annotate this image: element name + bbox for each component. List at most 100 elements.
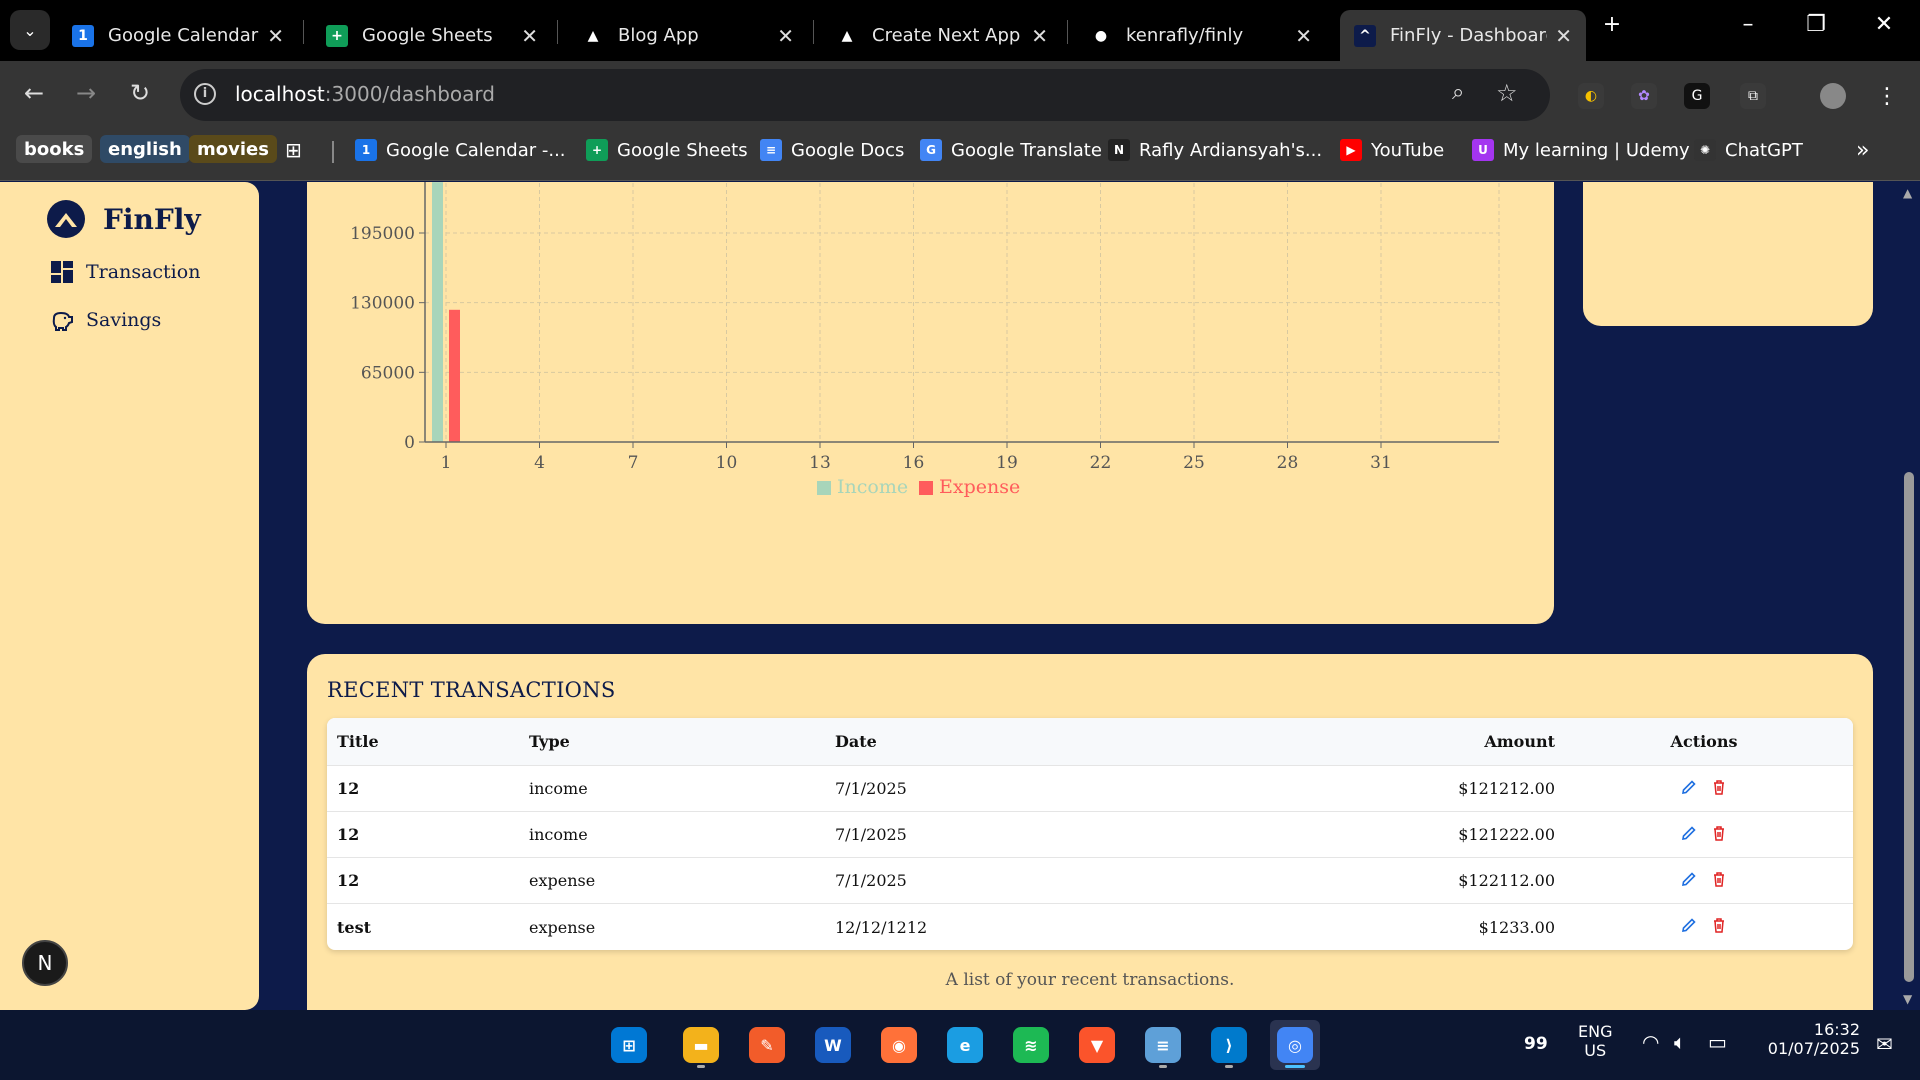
x-tick-label: 10 xyxy=(716,453,738,473)
delete-trash-icon[interactable] xyxy=(1710,916,1728,938)
bookmark-item[interactable]: U My learning | Udemy xyxy=(1472,136,1690,164)
extensions-puzzle-icon[interactable]: ⧉ xyxy=(1740,83,1766,109)
table-caption: A list of your recent transactions. xyxy=(945,970,1235,990)
cell-actions xyxy=(1555,778,1853,800)
forward-arrow-icon[interactable]: → xyxy=(70,79,102,107)
scroll-down-arrow-icon[interactable]: ▼ xyxy=(1903,992,1912,1006)
taskbar-edge-button[interactable]: e xyxy=(940,1020,990,1070)
tab-title: Google Sheets xyxy=(362,25,493,46)
reload-icon[interactable]: ↻ xyxy=(124,79,156,107)
taskbar-vscode-button[interactable]: ⟩ xyxy=(1204,1020,1254,1070)
taskbar-firefox-button[interactable]: ◉ xyxy=(874,1020,924,1070)
zoom-icon[interactable]: ⌕ xyxy=(1452,80,1464,105)
browser-tab[interactable]: ▲ Blog App ✕ xyxy=(568,10,808,61)
cell-date: 12/12/1212 xyxy=(835,917,928,937)
wifi-icon[interactable]: ◠ xyxy=(1642,1030,1659,1054)
bookmark-star-icon[interactable]: ☆ xyxy=(1496,79,1518,107)
bookmark-folder-movies[interactable]: movies xyxy=(189,135,277,163)
delete-trash-icon[interactable] xyxy=(1710,824,1728,846)
extension-brain-icon[interactable]: ✿ xyxy=(1631,83,1657,109)
sidebar-item-savings[interactable]: Savings xyxy=(50,308,161,332)
bookmark-item[interactable]: ✺ ChatGPT xyxy=(1694,136,1803,164)
x-tick-label: 31 xyxy=(1370,453,1392,473)
close-window-icon[interactable]: ✕ xyxy=(1864,12,1904,37)
bookmark-item[interactable]: 1 Google Calendar -... xyxy=(355,136,566,164)
browser-tab[interactable]: + Google Sheets ✕ xyxy=(312,10,552,61)
restore-icon[interactable]: ❐ xyxy=(1796,12,1836,37)
clock[interactable]: 16:32 01/07/2025 xyxy=(1760,1020,1860,1058)
bookmark-item[interactable]: + Google Sheets xyxy=(586,136,748,164)
close-tab-icon[interactable]: ✕ xyxy=(1295,24,1312,48)
back-arrow-icon[interactable]: ← xyxy=(18,79,50,107)
browser-tab[interactable]: ^ FinFly - Dashboard ✕ xyxy=(1340,10,1586,61)
edit-pencil-icon[interactable] xyxy=(1680,778,1698,800)
apps-grid-icon[interactable]: ⊞ xyxy=(285,136,302,164)
profile-avatar-icon[interactable] xyxy=(1820,83,1846,109)
github-icon: ● xyxy=(1090,24,1112,47)
bookmark-label: ChatGPT xyxy=(1725,139,1803,161)
bookmark-item[interactable]: G Google Translate xyxy=(920,136,1102,164)
tray-badge-number[interactable]: 99 xyxy=(1524,1034,1548,1054)
new-tab-plus-icon[interactable]: + xyxy=(1592,12,1632,37)
site-info-icon[interactable]: i xyxy=(194,83,216,105)
page-scrollbar[interactable]: ▲ ▼ xyxy=(1898,182,1920,1010)
firefox-icon: ◉ xyxy=(881,1027,917,1063)
taskbar-brave-button[interactable]: ▼ xyxy=(1072,1020,1122,1070)
brand-name: FinFly xyxy=(103,202,201,236)
browser-tab[interactable]: ▲ Create Next App ✕ xyxy=(822,10,1062,61)
tab-separator xyxy=(1067,20,1068,44)
tab-search-chevron-icon[interactable]: ⌄ xyxy=(10,10,50,50)
close-tab-icon[interactable]: ✕ xyxy=(1031,24,1048,48)
brush-icon: ✎ xyxy=(749,1027,785,1063)
browser-tab[interactable]: ● kenrafly/finly ✕ xyxy=(1076,10,1326,61)
taskbar-spotify-button[interactable]: ≋ xyxy=(1006,1020,1056,1070)
language-line1: ENG xyxy=(1578,1022,1613,1041)
edit-pencil-icon[interactable] xyxy=(1680,870,1698,892)
tab-separator xyxy=(557,20,558,44)
delete-trash-icon[interactable] xyxy=(1710,778,1728,800)
close-tab-icon[interactable]: ✕ xyxy=(521,24,538,48)
bookmark-folder-english[interactable]: english xyxy=(100,135,190,163)
taskbar-chrome-button[interactable]: ◎ xyxy=(1270,1020,1320,1070)
brand[interactable]: FinFly xyxy=(47,200,201,238)
cell-title: test xyxy=(337,917,371,937)
language-indicator[interactable]: ENG US xyxy=(1578,1022,1612,1060)
close-tab-icon[interactable]: ✕ xyxy=(1555,24,1572,48)
tab-title: Google Calendar - xyxy=(108,25,260,46)
minimize-icon[interactable]: – xyxy=(1728,12,1768,37)
volume-icon[interactable]: 🔈︎ xyxy=(1674,1030,1686,1054)
extension-coin-icon[interactable]: ◐ xyxy=(1578,83,1604,109)
avatar[interactable]: N xyxy=(22,940,68,986)
y-tick-label: 130000 xyxy=(350,294,415,314)
close-tab-icon[interactable]: ✕ xyxy=(777,24,794,48)
scrollbar-thumb[interactable] xyxy=(1904,472,1914,982)
extension-grammarly-icon[interactable]: G xyxy=(1684,83,1710,109)
scroll-up-arrow-icon[interactable]: ▲ xyxy=(1903,186,1912,200)
taskbar-word-button[interactable]: W xyxy=(808,1020,858,1070)
recent-transactions-card: RECENT TRANSACTIONS Title Type Date Amou… xyxy=(307,654,1873,1010)
recent-transactions-heading: RECENT TRANSACTIONS xyxy=(327,678,616,702)
battery-icon[interactable]: ▭ xyxy=(1708,1030,1727,1054)
bookmark-item[interactable]: ≡ Google Docs xyxy=(760,136,904,164)
bookmark-item[interactable]: ▶ YouTube xyxy=(1340,136,1444,164)
taskbar-start-button[interactable]: ⊞ xyxy=(604,1020,654,1070)
legend-swatch-expense xyxy=(919,481,933,495)
sidebar-item-label: Transaction xyxy=(86,261,201,283)
more-bookmarks-chevron-icon[interactable]: » xyxy=(1856,136,1869,164)
edit-pencil-icon[interactable] xyxy=(1680,916,1698,938)
taskbar-notepad-button[interactable]: ≡ xyxy=(1138,1020,1188,1070)
url-text[interactable]: localhost:3000/dashboard xyxy=(235,82,495,106)
sidebar-item-transaction[interactable]: Transaction xyxy=(50,260,200,284)
menu-kebab-icon[interactable]: ⋮ xyxy=(1874,83,1900,109)
address-bar[interactable]: i localhost:3000/dashboard ⌕ ☆ xyxy=(180,69,1550,121)
taskbar-file-explorer-button[interactable]: ▬ xyxy=(676,1020,726,1070)
close-tab-icon[interactable]: ✕ xyxy=(267,24,284,48)
browser-tab[interactable]: 1 Google Calendar - ✕ xyxy=(58,10,298,61)
notifications-icon[interactable]: ✉ xyxy=(1876,1032,1893,1056)
delete-trash-icon[interactable] xyxy=(1710,870,1728,892)
taskbar-brush-button[interactable]: ✎ xyxy=(742,1020,792,1070)
sheets-icon: + xyxy=(326,24,348,47)
edit-pencil-icon[interactable] xyxy=(1680,824,1698,846)
bookmark-item[interactable]: N Rafly Ardiansyah's... xyxy=(1108,136,1322,164)
bookmark-folder-books[interactable]: books xyxy=(16,135,93,163)
